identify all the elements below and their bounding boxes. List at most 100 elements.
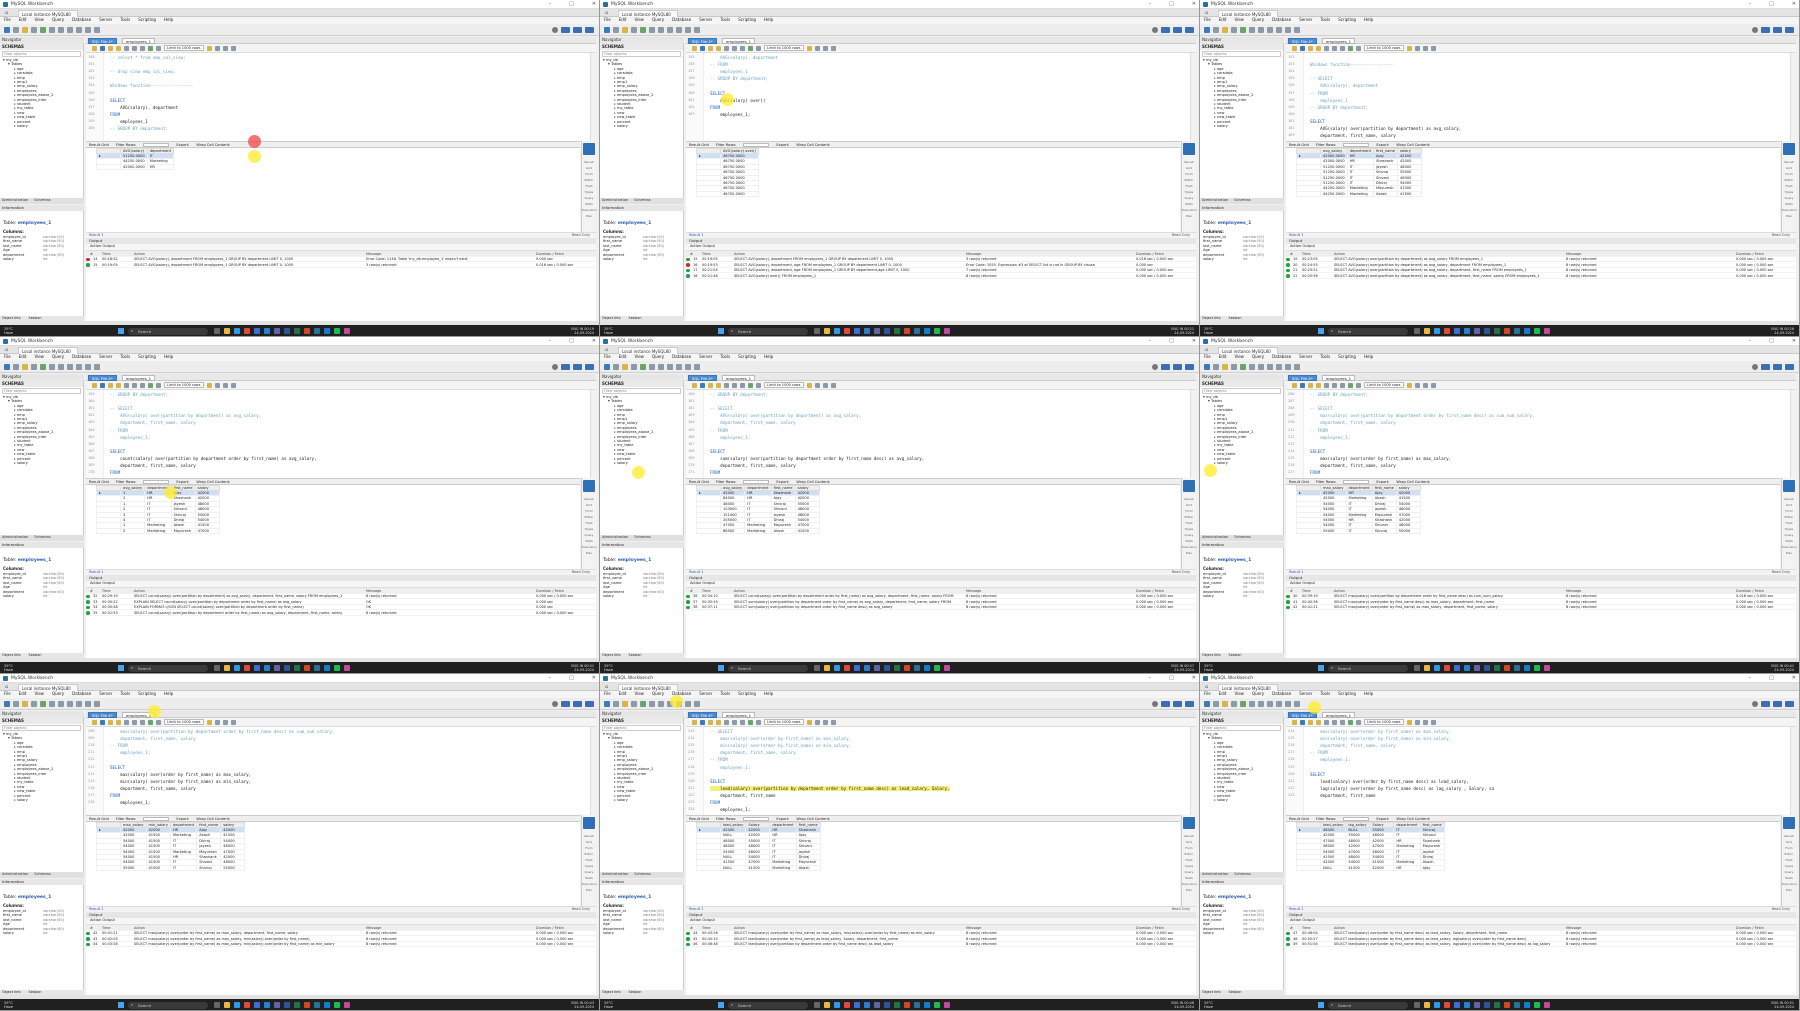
menu-item-file[interactable]: File xyxy=(4,691,11,698)
toggle-continue-icon[interactable] xyxy=(140,719,145,725)
create-view-icon[interactable] xyxy=(1258,363,1264,370)
vscode-icon[interactable] xyxy=(324,665,330,671)
sql-editor[interactable]: 155 156 157 158 159 160 161 162 163 AVG(salary),… xyxy=(686,53,1196,141)
create-procedure-icon[interactable] xyxy=(1267,700,1273,707)
result-tab[interactable]: Result 1 xyxy=(689,907,704,911)
column-header[interactable]: min_salary xyxy=(145,822,171,828)
navigator-subtab[interactable]: Schemas xyxy=(34,872,50,878)
column-header[interactable]: first_name xyxy=(770,485,796,491)
word-icon[interactable] xyxy=(284,665,290,671)
table-cell[interactable]: IT xyxy=(1345,527,1373,535)
side-panel-button[interactable]: Execution Plan xyxy=(582,544,597,556)
explain-icon[interactable] xyxy=(1324,719,1329,725)
menu-item-server[interactable]: Server xyxy=(1299,354,1312,361)
menu-item-server[interactable]: Server xyxy=(99,691,112,698)
result-grid-side-button[interactable] xyxy=(1783,143,1795,155)
menu-item-query[interactable]: Query xyxy=(652,354,664,361)
tree-table-item[interactable]: salary xyxy=(0,124,83,128)
menu-item-server[interactable]: Server xyxy=(699,691,712,698)
side-panel-button[interactable]: Query Stats xyxy=(1182,195,1196,207)
taskbar-search[interactable]: ⌕ Search xyxy=(728,664,808,672)
spotify-icon[interactable] xyxy=(1534,328,1540,334)
execute-current-icon[interactable] xyxy=(1316,382,1321,388)
action-output-select[interactable]: Action Output xyxy=(686,244,1196,251)
navigator-subtab[interactable]: Schemas xyxy=(634,198,650,204)
side-panel-button[interactable]: Query Stats xyxy=(1782,195,1796,207)
output-row[interactable]: 22 00:25:56 SELECT AVG(salary) over(partit… xyxy=(1286,273,1796,279)
sql-editor[interactable]: 160 161 162 163 164 165 166 167 168 169 170 171 -- … xyxy=(686,390,1196,478)
search-table-icon[interactable] xyxy=(1285,363,1291,370)
teams-icon[interactable] xyxy=(274,1002,280,1008)
rollback-icon[interactable] xyxy=(1356,45,1361,51)
table-cell[interactable]: 51250.0000 xyxy=(1320,163,1348,171)
open-file-icon[interactable] xyxy=(692,382,697,388)
menu-item-tools[interactable]: Tools xyxy=(120,354,130,361)
invisible-chars-icon[interactable] xyxy=(222,382,228,388)
teams-icon[interactable] xyxy=(874,665,880,671)
gear-icon[interactable] xyxy=(1152,364,1158,370)
search-table-icon[interactable] xyxy=(685,26,691,33)
mail-icon[interactable] xyxy=(864,328,870,334)
action-output-select[interactable]: Action Output xyxy=(86,918,596,925)
rollback-icon[interactable] xyxy=(1356,382,1361,388)
wrap-lines-icon[interactable] xyxy=(830,382,836,388)
excel-icon[interactable] xyxy=(1494,328,1500,334)
explain-icon[interactable] xyxy=(124,719,129,725)
windows-start-icon[interactable] xyxy=(1318,1002,1324,1008)
workbench-icon[interactable] xyxy=(1514,665,1520,671)
table-cell[interactable]: 41500 xyxy=(1345,864,1371,872)
create-table-icon[interactable] xyxy=(649,363,655,370)
execute-icon[interactable] xyxy=(708,382,713,388)
system-tray[interactable]: ENG IN 00:43 24-09-2024 xyxy=(571,1001,594,1009)
menu-item-server[interactable]: Server xyxy=(699,354,712,361)
wrap-lines-icon[interactable] xyxy=(230,719,236,725)
create-table-icon[interactable] xyxy=(49,26,55,33)
vscode-icon[interactable] xyxy=(324,328,330,334)
navigator-subtab[interactable]: Schemas xyxy=(1234,198,1250,204)
action-output-select[interactable]: Action Output xyxy=(1286,581,1796,588)
menu-item-view[interactable]: View xyxy=(1234,691,1244,698)
invisible-chars-icon[interactable] xyxy=(222,45,228,51)
stop-icon[interactable] xyxy=(1332,382,1337,388)
app-icon[interactable] xyxy=(1544,665,1550,671)
spotify-icon[interactable] xyxy=(934,328,940,334)
edge-icon[interactable] xyxy=(834,1002,840,1008)
navigator-subtab[interactable]: Schemas xyxy=(1234,872,1250,878)
column-header[interactable]: department xyxy=(1345,485,1373,491)
maximize-button[interactable]: □ xyxy=(1169,338,1174,344)
table-cell[interactable]: 44250.0000 xyxy=(1320,190,1348,198)
open-file-icon[interactable] xyxy=(1292,45,1297,51)
reconnect-icon[interactable] xyxy=(94,363,100,370)
menu-item-help[interactable]: Help xyxy=(764,354,773,361)
weather-widget[interactable]: 29°C Haze xyxy=(604,327,648,335)
word-icon[interactable] xyxy=(1484,1002,1490,1008)
toggle-continue-icon[interactable] xyxy=(1340,45,1345,51)
edge-icon[interactable] xyxy=(1434,1002,1440,1008)
save-icon[interactable] xyxy=(100,382,105,388)
column-header[interactable]: first_name xyxy=(1419,822,1445,828)
store-icon[interactable] xyxy=(854,1002,860,1008)
minimize-button[interactable]: – xyxy=(1749,1,1752,7)
db-icon[interactable] xyxy=(631,26,637,33)
table-cell[interactable]: HR xyxy=(146,163,175,171)
filter-objects-input[interactable]: Filter objects xyxy=(602,388,681,394)
powerpoint-icon[interactable] xyxy=(904,665,910,671)
column-header[interactable]: department xyxy=(769,822,797,828)
menu-item-query[interactable]: Query xyxy=(652,691,664,698)
menu-item-query[interactable]: Query xyxy=(52,354,64,361)
menu-item-file[interactable]: File xyxy=(4,17,11,24)
navigator-subtab[interactable]: Administration xyxy=(1202,198,1228,204)
menu-item-database[interactable]: Database xyxy=(1272,354,1291,361)
menu-item-database[interactable]: Database xyxy=(1272,691,1291,698)
filter-rows-input[interactable] xyxy=(743,142,770,147)
menu-item-scripting[interactable]: Scripting xyxy=(138,17,156,24)
new-sql-tab-icon[interactable] xyxy=(1204,26,1210,33)
menu-item-help[interactable]: Help xyxy=(1364,17,1373,24)
result-grid-tab[interactable]: Result Grid xyxy=(89,817,109,821)
result-grid-side-button[interactable] xyxy=(1783,817,1795,829)
open-file-icon[interactable] xyxy=(92,382,97,388)
app-icon[interactable] xyxy=(344,328,350,334)
open-query-icon[interactable] xyxy=(22,700,28,707)
taskbar-search[interactable]: ⌕ Search xyxy=(1328,327,1408,335)
toggle-secondary-icon[interactable] xyxy=(1185,701,1194,707)
